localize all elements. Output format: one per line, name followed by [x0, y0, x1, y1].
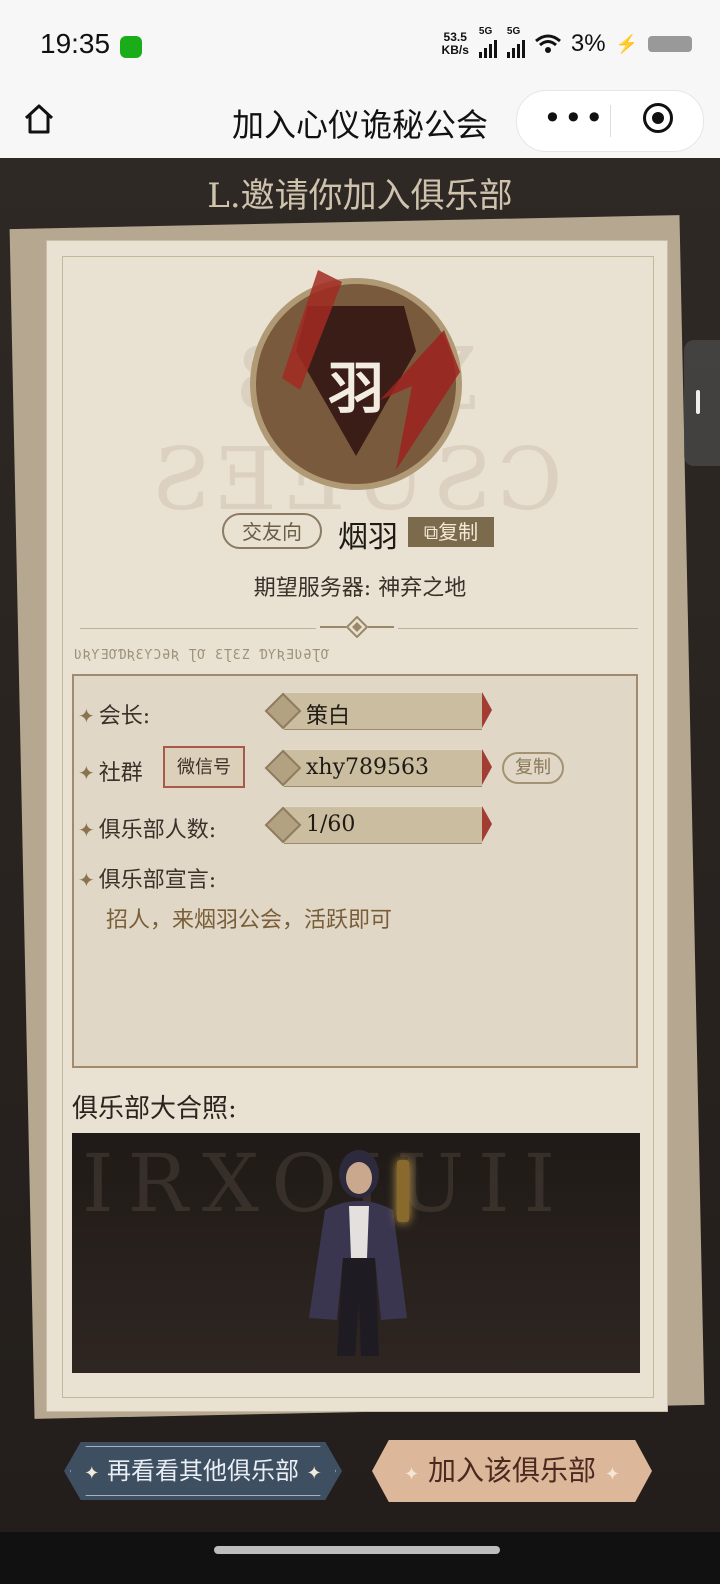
leader-value: 策白 — [306, 704, 351, 729]
ornament-icon — [320, 616, 394, 638]
signal-icon: 5G — [478, 26, 497, 58]
expected-server: 期望服务器: 神弃之地 — [253, 576, 467, 601]
network-speed: 53.5 KB/s — [441, 30, 469, 57]
divider-right — [398, 628, 638, 629]
group-photo-label: 俱乐部大合照: — [72, 1094, 237, 1124]
sparkle-icon: ✦ — [84, 1463, 100, 1484]
charging-icon: ⚡ — [615, 33, 638, 54]
system-nav-bar — [0, 1532, 720, 1584]
sparkle-icon: ✦ — [306, 1463, 322, 1484]
invite-heading: L.邀请你加入俱乐部 — [207, 176, 513, 216]
wifi-icon — [534, 34, 561, 53]
declaration-label: ✦ 俱乐部宣言: — [78, 868, 217, 893]
nav-bar: 加入心仪诡秘公会 ••• — [0, 88, 720, 158]
mini-program-capsule: ••• — [516, 90, 704, 152]
copy-name-button[interactable]: ⧉复制 — [408, 517, 494, 547]
star-icon: ✦ — [78, 704, 95, 728]
copy-icon: ⧉ — [423, 520, 439, 544]
home-indicator[interactable] — [214, 1546, 500, 1554]
star-icon: ✦ — [78, 868, 95, 892]
group-type-tag: 微信号 — [163, 746, 245, 788]
battery-icon — [648, 36, 692, 52]
sparkle-icon: ✦ — [604, 1464, 620, 1485]
members-label: ✦ 俱乐部人数: — [78, 818, 217, 843]
lantern-icon — [397, 1160, 409, 1222]
close-mini-program-icon[interactable] — [643, 103, 673, 133]
capsule-divider — [610, 105, 611, 137]
status-time: 19:35 — [40, 28, 111, 59]
rune-caption: ƲƦƳƎƠƊƦƐƳƆƏƦ ƮƠ ƐƮƐZ ƊƳƦƎƲƏƮƠ — [74, 648, 330, 663]
status-bar: 19:35 53.5 KB/s 5G 5G 3% ⚡ — [0, 0, 720, 88]
sparkle-icon: ✦ — [403, 1464, 420, 1485]
club-name: 烟羽 — [338, 520, 398, 555]
star-icon: ✦ — [78, 761, 95, 785]
side-drawer-handle[interactable] — [684, 340, 720, 466]
club-type-tag: 交友向 — [222, 513, 322, 549]
emblem-character: 羽 — [328, 356, 384, 422]
star-icon: ✦ — [78, 818, 95, 842]
group-id: xhy789563 — [306, 755, 429, 780]
more-icon[interactable]: ••• — [543, 99, 606, 137]
status-icons: 53.5 KB/s 5G 5G 3% ⚡ — [441, 26, 692, 58]
copy-group-button[interactable]: 复制 — [502, 752, 564, 784]
declaration-text: 招人，来烟羽公会，活跃即可 — [106, 908, 393, 933]
leader-label: ✦ 会长: — [78, 704, 151, 729]
divider-left — [80, 628, 316, 629]
other-clubs-button-label[interactable]: ✦ 再看看其他俱乐部 ✦ — [64, 1442, 342, 1503]
signal-icon: 5G — [506, 26, 525, 58]
join-club-button-label[interactable]: ✦ 加入该俱乐部 ✦ — [372, 1440, 652, 1506]
wechat-icon — [120, 36, 142, 58]
group-label: ✦ 社群 — [78, 761, 143, 786]
battery-percent: 3% — [570, 30, 606, 57]
members-value: 1/60 — [306, 812, 356, 837]
